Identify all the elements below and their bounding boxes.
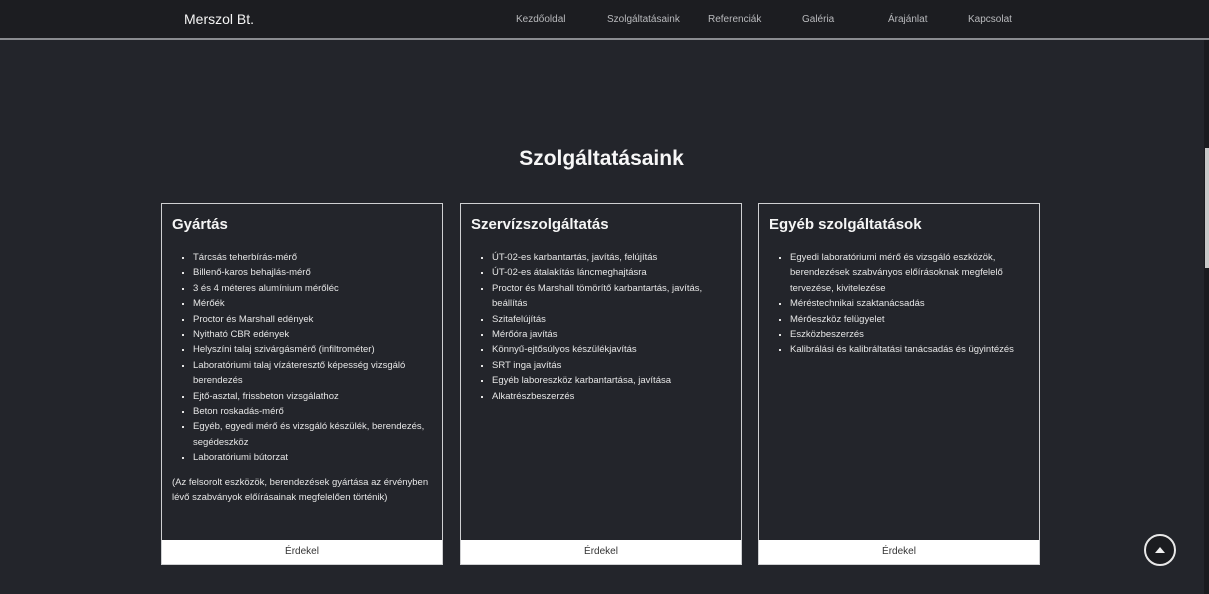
card-title: Egyéb szolgáltatások (769, 216, 922, 233)
list-item: Beton roskadás-mérő (193, 404, 434, 419)
list-item: 3 és 4 méteres alumínium mérőléc (193, 281, 434, 296)
list-item: Könnyű-ejtősúlyos készülékjavítás (492, 342, 733, 357)
nav-link-gallery[interactable]: Galéria (802, 14, 834, 25)
arrow-up-icon (1155, 547, 1165, 553)
scrollbar-thumb[interactable] (1205, 148, 1209, 268)
list-item: Méréstechnikai szaktanácsadás (790, 296, 1031, 311)
service-list: Tárcsás teherbírás-mérő Billenő-karos be… (172, 250, 434, 466)
list-item: Mérőóra javítás (492, 327, 733, 342)
interest-button[interactable]: Érdekel (759, 540, 1039, 564)
nav-link-references[interactable]: Referenciák (708, 14, 761, 25)
nav-link-contact[interactable]: Kapcsolat (968, 14, 1012, 25)
nav-link-home[interactable]: Kezdőoldal (516, 14, 565, 25)
list-item: Nyitható CBR edények (193, 327, 434, 342)
list-item: Laboratóriumi talaj vízáteresztő képessé… (193, 358, 434, 389)
scrollbar[interactable] (1204, 40, 1209, 594)
service-list: Egyedi laboratóriumi mérő és vizsgáló es… (769, 250, 1031, 358)
list-item: Kalibrálási és kalibráltatási tanácsadás… (790, 342, 1031, 357)
interest-button[interactable]: Érdekel (461, 540, 741, 564)
list-item: Helyszíni talaj szivárgásmérő (infiltrom… (193, 342, 434, 357)
scroll-to-top-button[interactable] (1144, 534, 1176, 566)
list-item: Egyéb, egyedi mérő és vizsgáló készülék,… (193, 419, 434, 450)
list-item: SRT inga javítás (492, 358, 733, 373)
list-item: Mérőeszköz felügyelet (790, 312, 1031, 327)
list-item: Szitafelújítás (492, 312, 733, 327)
brand-logo[interactable]: Merszol Bt. (184, 11, 254, 27)
nav-link-services[interactable]: Szolgáltatásaink (607, 14, 680, 25)
list-item: Proctor és Marshall tömörítő karbantartá… (492, 281, 733, 312)
list-item: Ejtő-asztal, frissbeton vizsgálathoz (193, 389, 434, 404)
list-item: Eszközbeszerzés (790, 327, 1031, 342)
list-item: Egyéb laboreszköz karbantartása, javítás… (492, 373, 733, 388)
list-item: Egyedi laboratóriumi mérő és vizsgáló es… (790, 250, 1031, 296)
service-list: ÚT-02-es karbantartás, javítás, felújítá… (471, 250, 733, 404)
service-card-maintenance: Szervízszolgáltatás ÚT-02-es karbantartá… (460, 203, 742, 565)
list-item: Tárcsás teherbírás-mérő (193, 250, 434, 265)
list-item: ÚT-02-es karbantartás, javítás, felújítá… (492, 250, 733, 265)
list-item: ÚT-02-es átalakítás láncmeghajtásra (492, 265, 733, 280)
navbar: Merszol Bt. Kezdőoldal Szolgáltatásaink … (0, 0, 1209, 40)
interest-button[interactable]: Érdekel (162, 540, 442, 564)
list-item: Alkatrészbeszerzés (492, 389, 733, 404)
list-item: Laboratóriumi bútorzat (193, 450, 434, 465)
nav-link-quote[interactable]: Árajánlat (888, 14, 927, 25)
section-title: Szolgáltatásaink (519, 147, 684, 170)
card-title: Gyártás (172, 216, 228, 233)
service-card-other: Egyéb szolgáltatások Egyedi laboratórium… (758, 203, 1040, 565)
list-item: Billenő-karos behajlás-mérő (193, 265, 434, 280)
list-item: Mérőék (193, 296, 434, 311)
card-note: (Az felsorolt eszközök, berendezések gyá… (172, 477, 429, 504)
list-item: Proctor és Marshall edények (193, 312, 434, 327)
card-title: Szervízszolgáltatás (471, 216, 609, 233)
service-card-manufacturing: Gyártás Tárcsás teherbírás-mérő Billenő-… (161, 203, 443, 565)
